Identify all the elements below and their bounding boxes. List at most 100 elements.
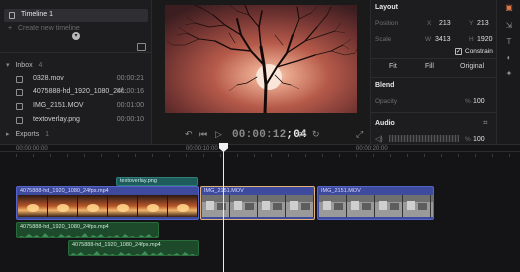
tab-fit[interactable]: Fit <box>389 63 397 70</box>
file-name: 0328.mov <box>33 75 64 82</box>
audio-unit: % <box>465 136 471 143</box>
scale-w-value[interactable]: 3413 <box>435 36 451 43</box>
timeline-icon <box>9 12 15 19</box>
ruler-tick <box>84 154 85 157</box>
play-icon[interactable]: ▷ <box>215 129 222 140</box>
exports-section-header[interactable]: ▸ Exports 1 <box>6 130 49 138</box>
ruler-tick <box>254 154 255 157</box>
audio-volume-value[interactable]: 100 <box>473 136 485 143</box>
clip-name: 4075888-hd_1920_1080_24fps.mp4 <box>20 188 109 194</box>
media-file-row[interactable]: 0328.mov 00:00:21 <box>10 74 148 86</box>
text-icon[interactable]: T <box>504 37 514 47</box>
new-folder-icon[interactable] <box>137 43 146 51</box>
exports-count: 1 <box>45 131 50 138</box>
ruler-tick <box>509 154 510 157</box>
audio-title: Audio <box>375 120 395 127</box>
file-duration: 00:00:10 <box>116 116 144 123</box>
inbox-count: 4 <box>38 62 43 69</box>
ruler-tick <box>288 154 289 157</box>
file-icon <box>16 89 23 96</box>
file-duration: 00:01:00 <box>116 102 144 109</box>
tab-fill[interactable]: Fill <box>425 63 434 70</box>
video-clip[interactable]: 4075888-hd_1920_1080_24fps.mp4 <box>16 186 199 220</box>
inbox-label: Inbox <box>15 62 33 69</box>
audio-clip[interactable]: 4075888-hd_1920_1080_24fps.mp4 <box>68 240 199 256</box>
opacity-label: Opacity <box>375 98 398 105</box>
ruler-label: 00:00:10:00 <box>186 146 218 152</box>
tab-original[interactable]: Original <box>460 63 484 70</box>
ruler-tick <box>390 154 391 157</box>
ruler-tick <box>237 154 238 157</box>
undo-icon[interactable]: ↶ <box>185 129 193 140</box>
file-icon <box>16 76 23 83</box>
ruler-tick <box>186 154 187 157</box>
exports-label: Exports <box>15 131 40 138</box>
audio-settings-icon[interactable]: ⌗ <box>483 118 488 128</box>
ruler-tick <box>407 154 408 157</box>
opacity-value[interactable]: 100 <box>473 98 485 105</box>
video-clip[interactable]: IMG_2151.MOV <box>317 186 434 220</box>
playhead[interactable] <box>223 144 224 272</box>
redo-icon[interactable]: ↻ <box>312 129 320 140</box>
audio-clip[interactable]: 4075888-hd_1920_1080_24fps.mp4 <box>16 222 159 238</box>
create-timeline-button[interactable]: + Create new timeline <box>8 25 80 32</box>
divider <box>0 52 152 53</box>
position-label: Position <box>375 20 399 27</box>
file-icon <box>16 117 23 124</box>
timeline-name: Timeline 1 <box>21 11 54 18</box>
constrain-checkbox[interactable]: ✓ <box>455 48 462 55</box>
opacity-unit: % <box>465 98 471 105</box>
clip-thumbnails <box>319 195 433 217</box>
color-icon[interactable]: ◐ <box>504 53 514 63</box>
volume-icon: ◁) <box>375 136 383 143</box>
h-label: H <box>469 36 474 43</box>
audio-waveform <box>19 233 158 237</box>
y-label: Y <box>469 20 474 27</box>
ruler-tick <box>16 154 17 157</box>
ruler-tick <box>475 154 476 157</box>
file-name: 4075888-hd_1920_1080_24f... <box>33 88 129 95</box>
timecode-main: 00:00:12 <box>232 129 287 141</box>
position-x-value[interactable]: 213 <box>439 20 451 27</box>
ruler-baseline <box>0 151 520 152</box>
inbox-section-header[interactable]: ▾ Inbox 4 <box>6 61 42 69</box>
clip-name: IMG_2151.MOV <box>321 188 361 194</box>
ruler-tick <box>50 154 51 157</box>
transport-bar: ↶ ⏮ ▷ 00:00:12;04 ⇄ ↻ ⤢ <box>152 126 370 144</box>
plus-icon: + <box>8 25 13 32</box>
transition-icon[interactable]: ⇲ <box>504 21 514 31</box>
ruler-tick <box>305 154 306 157</box>
timeline-item[interactable]: Timeline 1 <box>4 9 148 22</box>
video-preview[interactable] <box>165 5 357 113</box>
media-file-row[interactable]: 4075888-hd_1920_1080_24f... 00:00:16 <box>10 87 148 99</box>
step-back-icon[interactable]: ⏮ <box>199 129 207 140</box>
right-toolbar: ▣ ⇲ T ◐ ✦ <box>496 0 520 144</box>
file-name: textoverlay.png <box>33 116 80 123</box>
volume-slider-fill <box>389 135 459 142</box>
clip-name: textoverlay.png <box>120 178 157 184</box>
video-clip-selected[interactable]: IMG_2151.MOV <box>200 186 315 220</box>
ruler-tick <box>135 154 136 157</box>
ruler-label: 00:00:00:00 <box>16 146 48 152</box>
collapse-toggle-icon[interactable]: ▾ <box>72 32 80 40</box>
volume-slider[interactable] <box>389 135 459 142</box>
fullscreen-icon[interactable]: ⤢ <box>356 129 363 140</box>
scale-label: Scale <box>375 36 392 43</box>
loop-icon[interactable]: ⇄ <box>298 129 306 140</box>
file-duration: 00:00:21 <box>116 75 144 82</box>
divider <box>371 77 497 78</box>
divider <box>371 112 497 113</box>
create-timeline-label: Create new timeline <box>17 25 80 32</box>
scale-h-value[interactable]: 1920 <box>477 36 493 43</box>
text-overlay-clip[interactable]: textoverlay.png <box>116 177 198 186</box>
x-label: X <box>427 20 432 27</box>
media-file-row[interactable]: IMG_2151.MOV 00:01:00 <box>10 101 148 113</box>
properties-icon[interactable]: ▣ <box>504 3 514 13</box>
ruler-tick <box>67 154 68 157</box>
position-y-value[interactable]: 213 <box>477 20 489 27</box>
effects-icon[interactable]: ✦ <box>504 69 514 79</box>
ruler-tick <box>152 154 153 157</box>
ruler-tick <box>101 154 102 157</box>
ruler-tick <box>339 154 340 157</box>
media-file-row[interactable]: textoverlay.png 00:00:10 <box>10 115 148 127</box>
